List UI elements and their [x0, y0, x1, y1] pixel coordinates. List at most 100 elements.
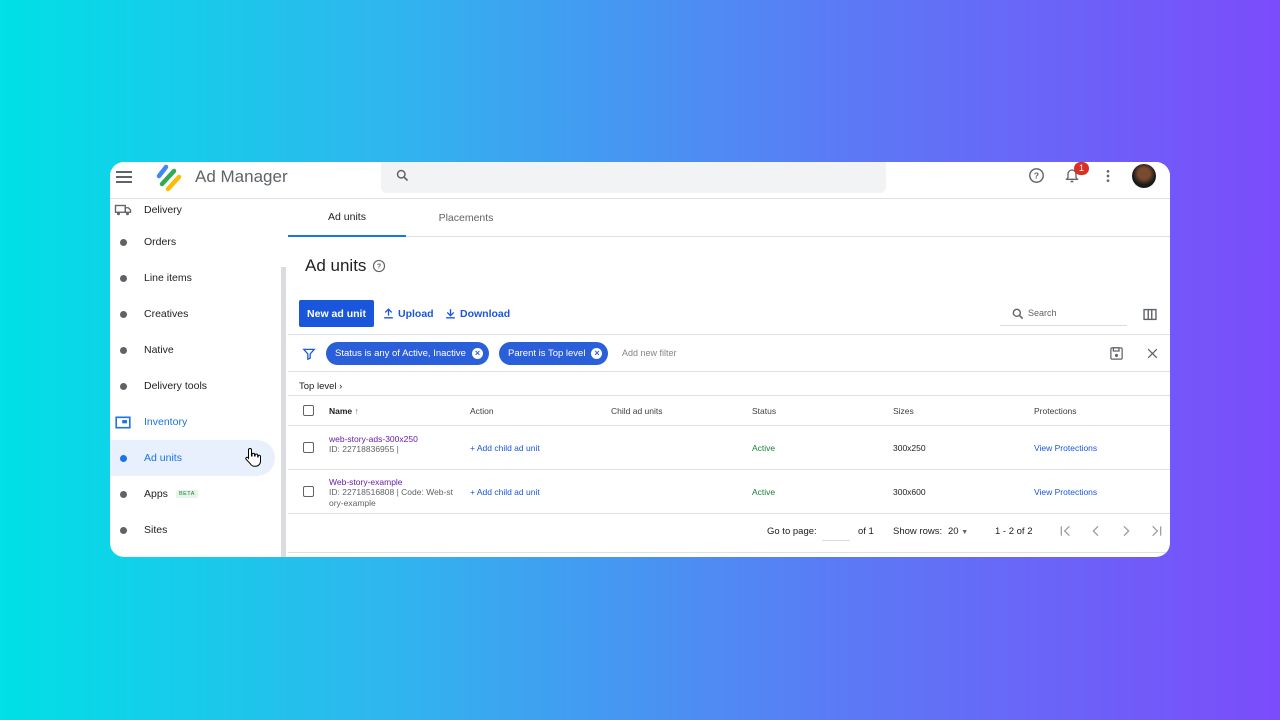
- upload-icon: [384, 308, 393, 319]
- close-icon[interactable]: ×: [591, 348, 603, 359]
- ad-unit-code: ory-example: [329, 497, 376, 508]
- help-icon[interactable]: ?: [1028, 167, 1045, 184]
- column-header-action: Action: [470, 406, 494, 416]
- tab-placements[interactable]: Placements: [406, 199, 526, 237]
- sidebar-scrollbar[interactable]: [281, 267, 286, 557]
- save-icon[interactable]: [1109, 346, 1124, 361]
- sidebar-item-label: Inventory: [144, 416, 188, 428]
- divider: [288, 552, 1170, 553]
- sidebar-item-apps[interactable]: Apps BETA: [110, 476, 275, 512]
- bullet-icon: [120, 526, 127, 534]
- search-icon: [396, 169, 409, 182]
- filter-icon[interactable]: [302, 347, 316, 361]
- global-search-bar[interactable]: [381, 162, 886, 193]
- sidebar-item-label: Creatives: [144, 308, 189, 320]
- add-child-ad-unit-link[interactable]: + Add child ad unit: [470, 487, 540, 497]
- tab-ad-units[interactable]: Ad units: [288, 199, 406, 237]
- column-header-name[interactable]: Name ↑: [329, 406, 359, 416]
- help-icon[interactable]: ?: [372, 259, 386, 273]
- sidebar-item-label: Line items: [144, 272, 192, 284]
- column-header-sizes: Sizes: [893, 406, 914, 416]
- beta-badge: BETA: [175, 490, 198, 498]
- sidebar-item-label: Orders: [144, 236, 177, 248]
- bullet-icon: [120, 238, 127, 246]
- goto-page-input[interactable]: [822, 524, 850, 541]
- filter-chip-parent[interactable]: Parent is Top level ×: [499, 342, 609, 365]
- sidebar-item-native[interactable]: Native: [110, 332, 275, 368]
- app-window: Ad Manager ? 1 Delivery Orders Line item…: [110, 162, 1170, 557]
- breadcrumb-label: Top level: [299, 381, 337, 392]
- next-page-icon[interactable]: [1118, 523, 1134, 539]
- row-checkbox[interactable]: [303, 486, 314, 497]
- ad-manager-logo: [156, 164, 182, 192]
- sidebar-item-inventory[interactable]: Inventory: [110, 404, 275, 440]
- avatar[interactable]: [1132, 164, 1156, 188]
- sidebar-item-delivery-tools[interactable]: Delivery tools: [110, 368, 275, 404]
- column-header-protections: Protections: [1034, 406, 1077, 416]
- rows-per-page-select[interactable]: 20 ▼: [948, 526, 976, 537]
- sidebar-item-delivery[interactable]: Delivery: [110, 192, 275, 228]
- table-search-input[interactable]: Search: [1000, 304, 1127, 326]
- bullet-icon: [120, 454, 127, 462]
- status-badge: Active: [752, 487, 776, 497]
- sidebar: Delivery Orders Line items Creatives Nat…: [110, 199, 286, 557]
- filter-chip-status[interactable]: Status is any of Active, Inactive ×: [326, 342, 489, 365]
- prev-page-icon[interactable]: [1088, 523, 1104, 539]
- add-filter-input[interactable]: Add new filter: [622, 348, 677, 358]
- sidebar-item-orders[interactable]: Orders: [110, 224, 275, 260]
- hand-cursor-icon: [245, 447, 261, 467]
- app-title: Ad Manager: [195, 167, 288, 186]
- name-cell: Web-story-example ID: 22718516808 | Code…: [329, 477, 453, 508]
- main-content: Ad units Placements Ad units ? New ad un…: [288, 199, 1170, 557]
- first-page-icon[interactable]: [1058, 523, 1074, 539]
- last-page-icon[interactable]: [1148, 523, 1164, 539]
- column-header-child-ad-units: Child ad units: [611, 406, 663, 416]
- upload-button[interactable]: Upload: [382, 300, 434, 327]
- column-header-status[interactable]: Status: [752, 406, 776, 416]
- breadcrumb[interactable]: Top level ›: [299, 381, 342, 392]
- ad-unit-id: ID: 22718516808 | Code: Web-st: [329, 487, 453, 497]
- ad-unit-name-link[interactable]: web-story-ads-300x250: [329, 434, 418, 444]
- show-rows-label: Show rows:: [893, 526, 943, 537]
- name-cell: web-story-ads-300x250 ID: 22718836955 |: [329, 434, 418, 455]
- download-button[interactable]: Download: [444, 300, 510, 327]
- view-protections-link[interactable]: View Protections: [1034, 487, 1097, 497]
- select-all-checkbox[interactable]: [303, 405, 314, 416]
- notification-badge: 1: [1074, 162, 1089, 175]
- bullet-icon: [120, 310, 127, 318]
- divider: [288, 334, 1170, 335]
- sidebar-item-creatives[interactable]: Creatives: [110, 296, 275, 332]
- sidebar-item-line-items[interactable]: Line items: [110, 260, 275, 296]
- close-icon[interactable]: ×: [471, 348, 483, 359]
- bullet-icon: [120, 382, 127, 390]
- close-icon[interactable]: [1146, 347, 1159, 360]
- add-child-ad-unit-link[interactable]: + Add child ad unit: [470, 443, 540, 453]
- row-checkbox[interactable]: [303, 442, 314, 453]
- view-protections-link[interactable]: View Protections: [1034, 443, 1097, 453]
- sidebar-item-label: Ad units: [144, 452, 182, 464]
- menu-icon[interactable]: [116, 169, 132, 183]
- ad-unit-name-link[interactable]: Web-story-example: [329, 477, 453, 487]
- sidebar-item-label: Delivery tools: [144, 380, 208, 392]
- inventory-icon: [115, 416, 131, 428]
- pagination-bar: Go to page: of 1 Show rows: 20 ▼ 1 - 2 o…: [288, 514, 1170, 552]
- sizes-cell: 300x600: [893, 487, 926, 497]
- chip-label: Parent is Top level: [508, 348, 586, 359]
- more-vert-icon[interactable]: [1102, 168, 1114, 184]
- download-label: Download: [460, 307, 511, 320]
- sidebar-item-sites[interactable]: Sites: [110, 512, 275, 548]
- sidebar-item-label: Native: [144, 344, 174, 356]
- search-placeholder: Search: [1028, 308, 1057, 318]
- download-icon: [446, 309, 455, 319]
- sizes-cell: 300x250: [893, 443, 926, 453]
- divider: [288, 371, 1170, 372]
- svg-text:?: ?: [1034, 171, 1039, 181]
- sidebar-item-label: Apps: [144, 488, 168, 500]
- bullet-icon: [120, 490, 127, 498]
- new-ad-unit-button[interactable]: New ad unit: [299, 300, 374, 327]
- tab-bar: Ad units Placements: [288, 199, 1170, 237]
- bullet-icon: [120, 346, 127, 354]
- columns-icon[interactable]: [1143, 308, 1157, 321]
- upload-label: Upload: [398, 307, 434, 320]
- chevron-right-icon: ›: [339, 381, 343, 392]
